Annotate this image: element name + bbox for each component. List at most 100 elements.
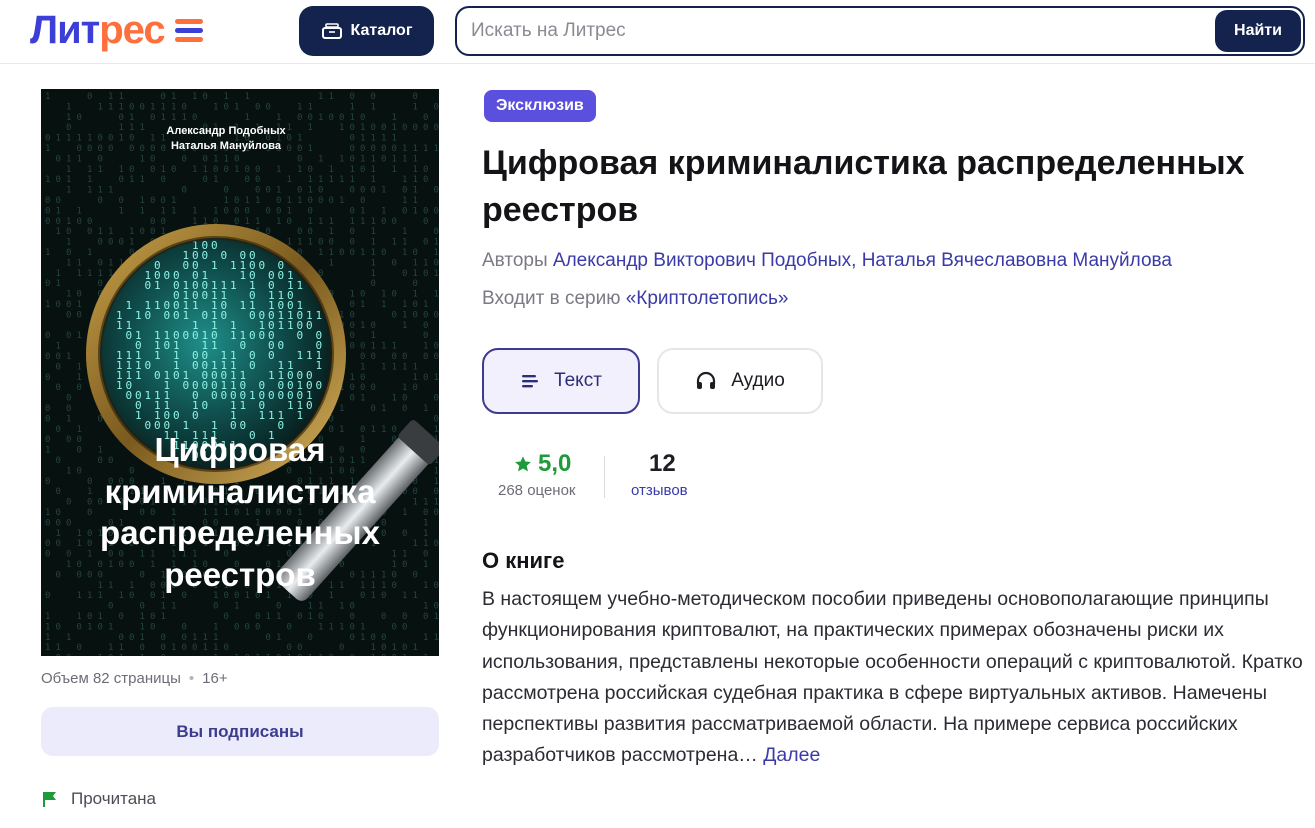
svg-text:1: 1	[77, 206, 82, 216]
svg-text:1: 1	[339, 425, 344, 435]
svg-text:0: 0	[77, 310, 82, 320]
svg-text:1: 1	[161, 165, 166, 175]
svg-text:0: 0	[56, 300, 61, 310]
read-status[interactable]: Прочитана	[41, 789, 156, 809]
svg-text:0: 0	[316, 379, 323, 392]
svg-text:0: 0	[255, 622, 260, 632]
svg-text:0: 0	[392, 654, 397, 656]
svg-text:0: 0	[381, 217, 386, 227]
svg-text:0: 0	[413, 570, 418, 580]
svg-text:0: 0	[371, 279, 376, 289]
svg-text:1: 1	[108, 622, 113, 632]
svg-text:0: 0	[423, 165, 428, 175]
format-audio-button[interactable]: Аудио	[657, 348, 823, 414]
svg-text:1: 1	[339, 581, 344, 591]
svg-text:1: 1	[192, 299, 199, 312]
read-more-link[interactable]: Далее	[763, 744, 820, 766]
svg-text:0: 0	[66, 123, 71, 133]
svg-text:0: 0	[145, 309, 152, 322]
svg-text:1: 1	[329, 581, 334, 591]
authors-link[interactable]: Александр Викторович Подобных, Наталья В…	[553, 250, 1172, 271]
svg-text:0: 0	[119, 612, 124, 622]
svg-text:1: 1	[308, 217, 313, 227]
svg-text:1: 1	[297, 134, 302, 144]
svg-text:0: 0	[413, 310, 418, 320]
svg-text:1: 1	[56, 279, 61, 289]
svg-text:0: 0	[306, 399, 313, 412]
svg-text:0: 0	[66, 498, 71, 508]
svg-text:1: 1	[77, 612, 82, 622]
catalog-label: Каталог	[350, 22, 413, 39]
catalog-button[interactable]: Каталог	[299, 6, 434, 56]
book-cover[interactable]: 1011000101000000101000011111000101110100…	[41, 89, 439, 656]
about-text: В настоящем учебно-методическом пособии …	[482, 584, 1312, 772]
svg-text:1: 1	[161, 612, 166, 622]
svg-text:0: 0	[371, 633, 376, 643]
svg-text:1: 1	[234, 102, 239, 112]
svg-text:0: 0	[77, 466, 82, 476]
svg-text:0: 0	[350, 612, 355, 622]
svg-text:0: 0	[413, 92, 418, 102]
svg-text:1: 1	[318, 175, 323, 185]
svg-text:1: 1	[392, 362, 397, 372]
svg-text:0: 0	[249, 309, 256, 322]
svg-text:0: 0	[108, 602, 113, 612]
series-link[interactable]: «Криптолетопись»	[626, 288, 789, 309]
svg-text:1: 1	[140, 633, 145, 643]
svg-text:1: 1	[77, 362, 82, 372]
svg-text:1: 1	[350, 165, 355, 175]
svg-text:1: 1	[119, 92, 124, 102]
lines-icon	[522, 375, 539, 388]
svg-text:0: 0	[77, 217, 82, 227]
svg-text:1: 1	[318, 217, 323, 227]
svg-text:0: 0	[350, 206, 355, 216]
svg-text:0: 0	[66, 310, 71, 320]
svg-text:1: 1	[392, 123, 397, 133]
search-input[interactable]	[457, 8, 1303, 54]
svg-text:0: 0	[329, 654, 334, 656]
svg-text:1: 1	[402, 227, 407, 237]
reviews-link[interactable]: отзывов	[631, 482, 688, 499]
svg-text:0: 0	[66, 518, 71, 528]
catalog-icon	[321, 23, 342, 39]
svg-text:0: 0	[161, 633, 166, 643]
svg-text:1: 1	[381, 404, 386, 414]
svg-text:0: 0	[297, 144, 302, 154]
svg-text:0: 0	[350, 300, 355, 310]
svg-text:0: 0	[145, 279, 152, 292]
svg-text:0: 0	[56, 175, 61, 185]
svg-text:1: 1	[119, 206, 124, 216]
svg-text:0: 0	[350, 248, 355, 258]
svg-text:0: 0	[224, 102, 229, 112]
svg-text:0: 0	[339, 248, 344, 258]
svg-text:1: 1	[350, 175, 355, 185]
svg-text:0: 0	[45, 518, 50, 528]
svg-text:0: 0	[164, 309, 171, 322]
svg-text:1: 1	[45, 622, 50, 632]
search-button[interactable]: Найти	[1215, 10, 1301, 52]
svg-text:1: 1	[266, 612, 271, 622]
svg-text:1: 1	[360, 154, 365, 164]
svg-text:1: 1	[402, 591, 407, 601]
svg-text:1: 1	[423, 518, 428, 528]
format-text-button[interactable]: Текст	[482, 348, 640, 414]
svg-text:0: 0	[150, 591, 155, 601]
svg-text:1: 1	[161, 134, 166, 144]
svg-text:0: 0	[119, 196, 124, 206]
reviews-count[interactable]: 12	[649, 450, 676, 478]
svg-text:1: 1	[66, 633, 71, 643]
svg-text:0: 0	[392, 144, 397, 154]
svg-text:1: 1	[56, 134, 61, 144]
svg-text:1: 1	[297, 349, 304, 362]
litres-logo[interactable]: Литрес	[30, 8, 203, 52]
svg-text:0: 0	[434, 310, 439, 320]
svg-text:0: 0	[278, 389, 285, 402]
svg-text:0: 0	[360, 591, 365, 601]
cover-title-line-3: распределенных	[100, 514, 381, 551]
svg-text:1: 1	[140, 622, 145, 632]
svg-text:0: 0	[392, 290, 397, 300]
svg-text:0: 0	[45, 591, 50, 601]
svg-text:0: 0	[221, 249, 228, 262]
subscribe-button[interactable]: Вы подписаны	[41, 707, 439, 756]
svg-text:0: 0	[192, 113, 197, 123]
